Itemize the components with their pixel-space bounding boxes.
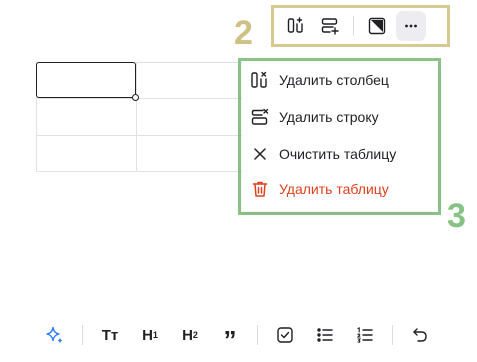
grid-line [36,98,244,99]
heading-1-button[interactable]: H1 [137,322,163,348]
heading-2-button[interactable]: H2 [177,322,203,348]
bullet-list-icon [317,328,333,342]
undo-icon [413,328,427,342]
delete-row-icon [251,108,269,125]
annotation-number-toolbar: 2 [234,14,253,52]
trash-icon [252,181,268,197]
heading-1-subscript: 1 [152,330,158,340]
selected-table-cell[interactable] [36,62,136,98]
add-column-icon [287,17,303,33]
close-icon [254,148,266,160]
grid-line [36,171,244,172]
quote-icon: ” [223,324,237,355]
grid-line [136,62,137,172]
menu-item-delete-row[interactable]: Удалить строку [242,101,437,133]
more-icon [405,24,417,28]
table-toolbar [281,9,441,43]
add-column-button[interactable] [281,11,311,41]
numbered-list-icon [356,327,373,343]
checkbox-icon [277,327,293,343]
cell-color-icon [368,17,386,35]
undo-button[interactable] [407,322,433,348]
cell-color-button[interactable] [362,11,392,41]
menu-item-delete-table[interactable]: Удалить таблицу [242,173,437,205]
bullet-list-button[interactable] [312,322,338,348]
sparkle-icon [46,326,63,344]
toolbar-separator [82,325,83,345]
ai-assist-button[interactable] [42,322,68,348]
toolbar-separator [353,16,354,36]
delete-column-icon [251,71,267,88]
heading-2-subscript: 2 [192,330,198,340]
menu-item-label: Удалить строку [279,109,379,125]
text-style-button[interactable]: Tт [97,322,123,348]
annotation-number-menu: 3 [447,197,466,235]
table-options-menu: Удалить столбец Удалить строку Очистить … [242,62,437,211]
grid-line [36,135,244,136]
heading-1-label: H [142,326,153,344]
more-options-button[interactable] [396,11,426,41]
add-row-button[interactable] [315,11,345,41]
toolbar-separator [257,325,258,345]
text-style-label: Tт [101,326,119,344]
numbered-list-button[interactable] [352,322,378,348]
menu-item-clear-table[interactable]: Очистить таблицу [242,138,437,170]
menu-item-label: Удалить столбец [279,72,389,88]
formatting-toolbar: Tт H1 H2 ” [42,322,447,353]
menu-item-label: Очистить таблицу [279,146,397,162]
checkbox-list-button[interactable] [272,322,298,348]
menu-item-label: Удалить таблицу [279,181,389,197]
quote-button[interactable]: ” [217,322,243,353]
selection-resize-handle[interactable] [132,94,139,101]
heading-2-label: H [182,326,193,344]
add-row-icon [321,18,339,35]
toolbar-separator [392,325,393,345]
menu-item-delete-column[interactable]: Удалить столбец [242,64,437,96]
